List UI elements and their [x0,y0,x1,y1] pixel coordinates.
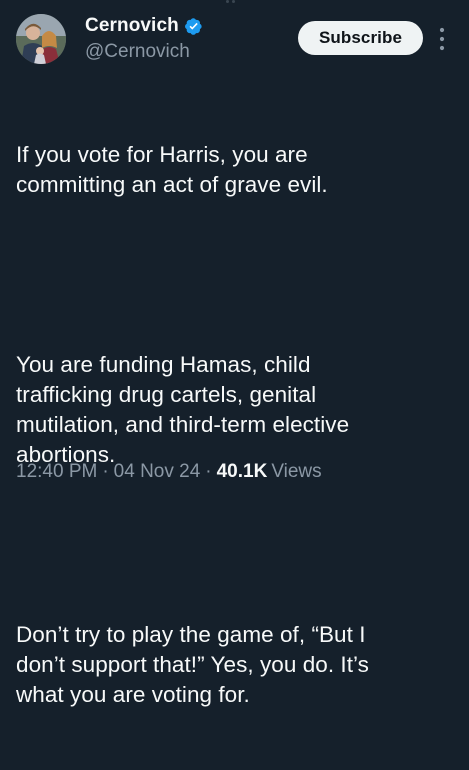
views-label: Views [271,461,322,482]
meta-separator: · [205,461,212,482]
tweet-header: Cernovich @Cernovich Subscribe [16,10,456,68]
author-names: Cernovich @Cernovich [85,14,203,63]
display-name-row: Cernovich [85,14,203,38]
display-name[interactable]: Cernovich [85,15,179,37]
tweet-text: If you vote for Harris, you are committi… [16,80,456,770]
avatar[interactable] [16,14,66,64]
tweet-metadata: 12:40 PM · 04 Nov 24 · 40.1K Views [16,461,322,483]
tweet: Cernovich @Cernovich Subscribe If you vo… [0,0,469,707]
previous-post-divider [0,0,469,6]
post-date[interactable]: 04 Nov 24 [114,461,201,483]
tweet-paragraph: You are funding Hamas, child trafficking… [16,352,350,467]
more-options-icon[interactable] [438,26,446,52]
subscribe-button[interactable]: Subscribe [298,21,423,55]
tweet-paragraph: If you vote for Harris, you are committi… [16,142,328,197]
tweet-paragraph: Don’t try to play the game of, “But I do… [16,622,369,707]
avatar-image [16,14,66,64]
verified-badge-icon[interactable] [184,17,203,36]
meta-separator: · [102,461,109,482]
views-count[interactable]: 40.1K [217,461,268,483]
author-handle[interactable]: @Cernovich [85,41,203,63]
post-time[interactable]: 12:40 PM [16,461,97,483]
